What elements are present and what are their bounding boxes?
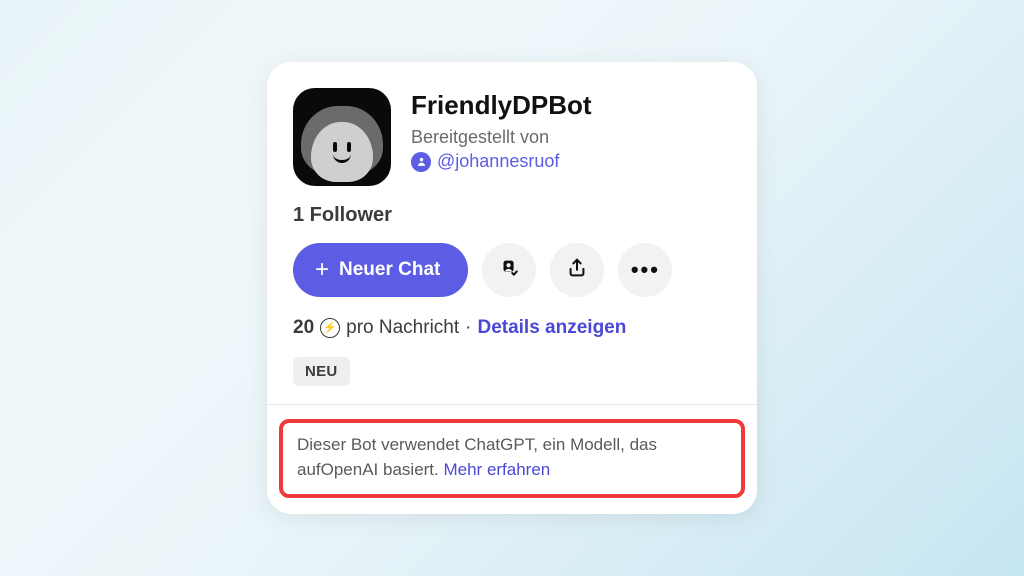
- disclaimer-text: Dieser Bot verwendet ChatGPT, ein Modell…: [297, 433, 727, 482]
- actions-row: + Neuer Chat •••: [293, 243, 731, 297]
- provided-by-label: Bereitgestellt von: [411, 125, 731, 149]
- person-circle-icon: [411, 152, 431, 172]
- author-row[interactable]: @johannesruof: [411, 151, 731, 172]
- followers-count: 1 Follower: [293, 204, 731, 227]
- divider: [267, 404, 757, 405]
- share-button[interactable]: [550, 243, 604, 297]
- price-amount: 20: [293, 317, 314, 339]
- new-badge: NEU: [293, 357, 350, 386]
- bot-avatar: [293, 88, 391, 186]
- learn-more-link[interactable]: Mehr erfahren: [443, 460, 550, 479]
- bot-title: FriendlyDPBot: [411, 90, 731, 121]
- more-button[interactable]: •••: [618, 243, 672, 297]
- person-add-icon: [498, 257, 520, 282]
- price-row: 20 ⚡ pro Nachricht · Details anzeigen: [293, 317, 731, 339]
- separator: ·: [465, 317, 471, 339]
- price-unit: pro Nachricht: [346, 317, 459, 339]
- new-chat-label: Neuer Chat: [339, 259, 440, 281]
- header-row: FriendlyDPBot Bereitgestellt von @johann…: [293, 88, 731, 186]
- title-block: FriendlyDPBot Bereitgestellt von @johann…: [411, 88, 731, 172]
- new-chat-button[interactable]: + Neuer Chat: [293, 243, 468, 297]
- add-contact-button[interactable]: [482, 243, 536, 297]
- details-link[interactable]: Details anzeigen: [477, 317, 626, 339]
- author-handle[interactable]: @johannesruof: [437, 151, 559, 172]
- more-icon: •••: [631, 259, 660, 281]
- share-icon: [566, 257, 588, 282]
- plus-icon: +: [315, 258, 329, 282]
- bolt-icon: ⚡: [320, 318, 340, 338]
- disclaimer-highlight: Dieser Bot verwendet ChatGPT, ein Modell…: [279, 419, 745, 498]
- bot-profile-card: FriendlyDPBot Bereitgestellt von @johann…: [267, 62, 757, 514]
